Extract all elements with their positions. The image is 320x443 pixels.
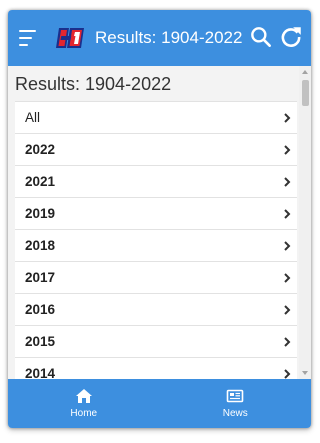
app-bar: Results: 1904-2022	[8, 10, 311, 66]
content-area: Results: 1904-2022 All 2022 2021 2019 20…	[8, 66, 311, 379]
list-item-label: 2015	[25, 334, 56, 349]
list-item-all[interactable]: All	[15, 101, 297, 133]
list-item-label: All	[25, 110, 41, 125]
list-item-year[interactable]: 2016	[15, 293, 297, 325]
list-item-year[interactable]: 2022	[15, 133, 297, 165]
list-item-year[interactable]: 2018	[15, 229, 297, 261]
chevron-right-icon	[284, 145, 291, 155]
nav-item-label: News	[222, 408, 248, 419]
bottom-nav: Home News	[8, 379, 311, 428]
chevron-right-icon	[284, 241, 291, 251]
list-item-label: 2022	[25, 142, 56, 157]
chevron-right-icon	[284, 209, 291, 219]
list-item-label: 2016	[25, 302, 56, 317]
results-list: All 2022 2021 2019 2018 2017 2016 2015 2…	[15, 101, 297, 379]
chevron-right-icon	[284, 177, 291, 187]
app-bar-title: Results: 1904-2022	[95, 28, 243, 47]
scroll-up-arrow-icon[interactable]	[302, 70, 308, 74]
list-item-label: 2017	[25, 270, 56, 285]
chevron-right-icon	[284, 369, 291, 379]
news-icon	[226, 389, 244, 403]
search-icon[interactable]	[248, 24, 274, 50]
list-item-year[interactable]: 2017	[15, 261, 297, 293]
chevron-right-icon	[284, 113, 291, 123]
list-item-label: 2014	[25, 366, 56, 379]
home-icon	[75, 389, 92, 403]
list-item-label: 2021	[25, 174, 56, 189]
list-item-label: 2018	[25, 238, 56, 253]
nav-item-label: Home	[70, 408, 98, 419]
list-item-year[interactable]: 2021	[15, 165, 297, 197]
list-item-label: 2019	[25, 206, 56, 221]
chevron-right-icon	[284, 305, 291, 315]
chevron-right-icon	[284, 273, 291, 283]
scroll-down-arrow-icon[interactable]	[302, 371, 308, 375]
page-title: Results: 1904-2022	[15, 74, 172, 94]
chevron-right-icon	[284, 337, 291, 347]
app-window: Results: 1904-2022 Results: 1904-2022 Al…	[8, 10, 311, 428]
menu-icon[interactable]	[19, 28, 45, 48]
nav-item-news[interactable]: News	[160, 379, 312, 428]
scrollbar-thumb[interactable]	[302, 80, 309, 106]
h1-logo	[56, 28, 84, 48]
refresh-icon[interactable]	[278, 24, 304, 50]
list-item-year[interactable]: 2019	[15, 197, 297, 229]
list-item-year[interactable]: 2015	[15, 325, 297, 357]
nav-item-home[interactable]: Home	[8, 379, 160, 428]
scrollbar[interactable]	[299, 66, 311, 379]
list-item-year[interactable]: 2014	[15, 357, 297, 379]
